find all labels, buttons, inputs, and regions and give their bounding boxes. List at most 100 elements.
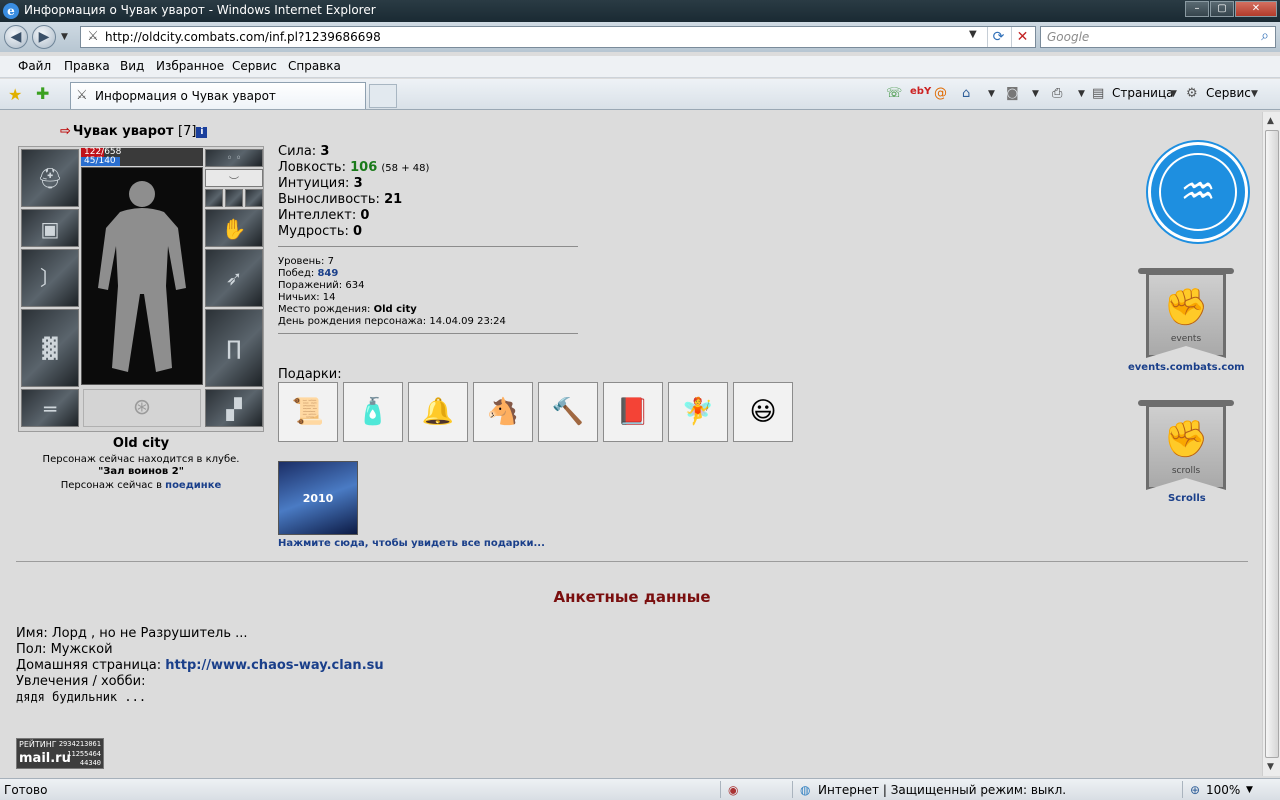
ring-slot-1[interactable] [205,189,223,207]
history-dropdown-icon[interactable]: ▼ [61,32,68,42]
fist-icon: ✊ [1163,419,1209,460]
site-favicon-icon: ⚔ [87,29,99,44]
ebay-icon[interactable]: ebY [910,86,931,97]
events-banner-label: events [1170,334,1202,344]
events-banner[interactable]: ✊ events [1138,268,1234,364]
detail-wins: Побед: 849 [278,268,339,279]
new-tab-button[interactable] [369,84,397,108]
paperdoll: 122/658 45/140 ⛑ ▣ 〕 ▓ ═ ◦ ◦ ︶ ✋ ➶ ∏ ▞ ⊛ [18,146,264,432]
gift-item[interactable]: 🧚 [668,382,728,442]
homepage-link[interactable]: http://www.chaos-way.clan.su [165,658,383,673]
city-name: Old city [112,436,170,451]
tools-dropdown-icon[interactable]: ▼ [1251,89,1258,99]
character-name: ⇨ Чувак уварот [7] i [60,124,208,139]
helmet-slot[interactable]: ⛑ [21,149,79,207]
ie-logo-icon: e [3,3,19,19]
gift-item[interactable]: 📜 [278,382,338,442]
forward-button[interactable]: ▶ [32,25,56,49]
print-dropdown-icon[interactable]: ▼ [1078,89,1085,99]
feeds-icon[interactable]: ◙ [1006,86,1019,101]
gloves-slot[interactable]: ✋ [205,209,263,247]
print-icon[interactable]: ⎙ [1052,86,1062,101]
boots-slot[interactable]: ▞ [205,389,263,427]
events-link[interactable]: events.combats.com [1128,362,1245,373]
close-button[interactable]: ✕ [1235,1,1277,17]
gift-item[interactable]: 🧴 [343,382,403,442]
url-field[interactable]: ⚔ http://oldcity.combats.com/inf.pl?1239… [80,26,1036,48]
quiver-slot[interactable]: ➶ [205,249,263,307]
home-dropdown-icon[interactable]: ▼ [988,89,995,99]
minimize-button[interactable]: – [1185,1,1209,17]
gift-item[interactable]: 🔨 [538,382,598,442]
scrollbar-thumb[interactable] [1265,130,1279,758]
profile-gender: Пол: Мужской [16,642,113,657]
menu-edit[interactable]: Правка [64,59,110,73]
menu-favorites[interactable]: Избранное [156,59,224,73]
club-name: "Зал воинов 2" [98,466,184,477]
gift-item[interactable]: 📕 [603,382,663,442]
counter-label: РЕЙТИНГ [19,740,57,749]
security-zone[interactable]: Интернет | Защищенный режим: выкл. [818,783,1066,797]
ring-slot-2[interactable] [225,189,243,207]
skype-icon[interactable]: ☏ [886,86,902,101]
privacy-icon[interactable]: ◉ [728,783,738,797]
info-icon[interactable]: i [196,127,208,138]
page-icon[interactable]: ▤ [1092,86,1104,101]
zoom-level[interactable]: 100% [1206,783,1240,797]
mailru-counter[interactable]: РЕЙТИНГ mail.ru 2934213061 11255464 4434… [16,738,104,769]
earrings-slot[interactable]: ◦ ◦ [205,149,263,167]
all-gifts-link[interactable]: Нажмите сюда, чтобы увидеть все подарки.… [278,538,545,549]
refresh-icon[interactable]: ⟳ [987,27,1009,47]
stop-icon[interactable]: ✕ [1011,27,1033,47]
favorites-star-icon[interactable]: ★ [8,85,22,104]
tab-active[interactable]: ⚔ Информация о Чувак уварот [70,82,366,109]
bracers-slot[interactable]: ▣ [21,209,79,247]
detail-level: Уровень: 7 [278,256,334,267]
tab-row: ★ ✚ ⚔ Информация о Чувак уварот ☏ ebY @ … [0,79,1280,110]
globe-icon: ◍ [800,783,811,797]
necklace-slot[interactable]: ︶ [205,169,263,188]
scrolls-link[interactable]: Scrolls [1168,493,1206,504]
stats-divider [278,246,578,247]
gift-card[interactable]: 2010 [278,461,358,535]
page-dropdown-icon[interactable]: ▼ [1170,89,1177,99]
search-icon[interactable]: ⌕ [1261,28,1269,44]
ring-slot-3[interactable] [245,189,263,207]
menu-help[interactable]: Справка [288,59,341,73]
add-favorites-icon[interactable]: ✚ [36,84,49,103]
mail-at-icon[interactable]: @ [934,86,947,101]
gifts-label: Подарки: [278,367,342,382]
gear-icon[interactable]: ⚙ [1186,86,1198,101]
url-dropdown-icon[interactable]: ▼ [969,29,977,40]
private-message-arrow-icon[interactable]: ⇨ [60,124,71,139]
maximize-button[interactable]: ▢ [1210,1,1234,17]
gift-item[interactable]: 😃 [733,382,793,442]
zoom-icon[interactable]: ⊕ [1190,783,1200,797]
stat-intellect: Интеллект: 0 [278,208,370,223]
stat-agility: Ловкость: 106 (58 + 48) [278,160,430,175]
menu-view[interactable]: Вид [120,59,144,73]
fight-link[interactable]: поединке [165,480,221,491]
page-menu-button[interactable]: Страница [1112,86,1174,100]
pants-slot[interactable]: ∏ [205,309,263,387]
scroll-down-icon[interactable]: ▼ [1267,762,1274,772]
character-nick[interactable]: Чувак уварот [73,124,174,139]
back-button[interactable]: ◀ [4,25,28,49]
url-text[interactable]: http://oldcity.combats.com/inf.pl?123968… [105,30,381,44]
tools-menu-button[interactable]: Сервис [1206,86,1251,100]
scroll-up-icon[interactable]: ▲ [1267,116,1274,126]
weapon-slot[interactable]: 〕 [21,249,79,307]
scrolls-banner[interactable]: ✊ scrolls [1138,400,1234,496]
vertical-scrollbar[interactable]: ▲ ▼ [1262,112,1280,776]
gift-item[interactable]: 🔔 [408,382,468,442]
menu-tools[interactable]: Сервис [232,59,277,73]
search-field[interactable]: Google ⌕ [1040,26,1276,48]
home-icon[interactable]: ⌂ [962,86,970,101]
belt-slot[interactable]: ═ [21,389,79,427]
armor-slot[interactable]: ▓ [21,309,79,387]
zoom-dropdown-icon[interactable]: ▼ [1246,785,1253,795]
menu-bar: Файл Правка Вид Избранное Сервис Справка [0,56,1280,78]
gift-item[interactable]: 🐴 [473,382,533,442]
feeds-dropdown-icon[interactable]: ▼ [1032,89,1039,99]
menu-file[interactable]: Файл [18,59,51,73]
